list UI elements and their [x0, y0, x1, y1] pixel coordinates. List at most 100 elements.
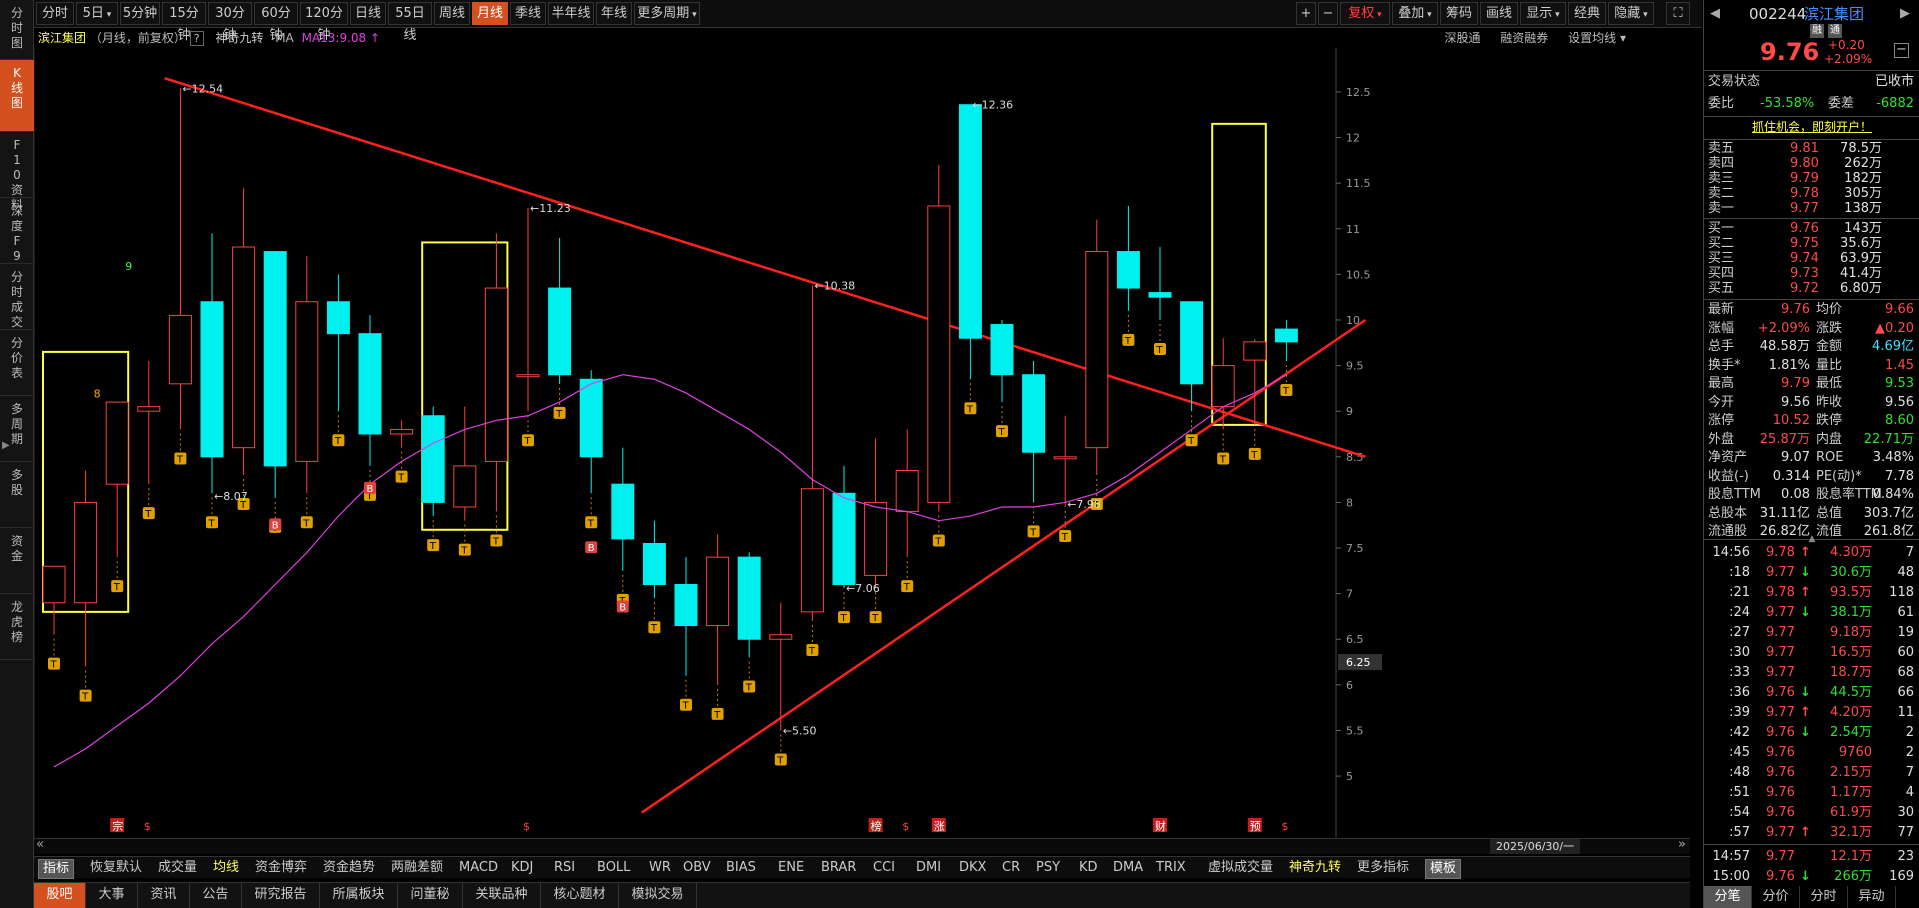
- quote-tab[interactable]: 分价: [1752, 886, 1800, 908]
- left-nav-item[interactable]: 多股: [0, 462, 34, 528]
- bid-price[interactable]: 9.73: [1790, 266, 1819, 281]
- bottom-nav-tab[interactable]: 资讯: [138, 883, 190, 908]
- indicator-tab[interactable]: 两融差额: [391, 859, 443, 877]
- overlay-button[interactable]: 叠加 ▾: [1392, 2, 1438, 25]
- left-nav-item[interactable]: F10资料: [0, 132, 34, 212]
- bottom-nav-tab[interactable]: 核心题材: [541, 883, 619, 908]
- help-button[interactable]: ?: [189, 31, 204, 46]
- period-button[interactable]: 60分钟: [254, 2, 298, 43]
- indicator-tab[interactable]: TRIX: [1156, 859, 1186, 877]
- indicator-tab[interactable]: 成交量: [158, 859, 197, 877]
- left-nav-item[interactable]: 龙虎榜: [0, 594, 34, 660]
- indicator-tab[interactable]: 虚拟成交量: [1208, 859, 1273, 877]
- bottom-nav-tab[interactable]: 所属板块: [320, 883, 398, 908]
- margin-link[interactable]: 融资融券: [1500, 31, 1548, 45]
- collapse-icon[interactable]: −: [1894, 43, 1909, 58]
- scroll-left-button[interactable]: «: [36, 837, 44, 852]
- indicator-tab[interactable]: KDJ: [511, 859, 533, 877]
- expand-button[interactable]: ⛶: [1666, 2, 1690, 25]
- indicator-tab[interactable]: CR: [1002, 859, 1020, 877]
- left-nav-item[interactable]: K线图: [0, 60, 34, 132]
- indicator-tab[interactable]: MACD: [459, 859, 498, 877]
- bottom-nav-tab[interactable]: 关联品种: [463, 883, 541, 908]
- period-button[interactable]: 30分钟: [208, 2, 252, 43]
- period-button[interactable]: 半年线: [548, 2, 594, 25]
- zoom-in-button[interactable]: +: [1296, 2, 1316, 25]
- period-button[interactable]: 日线: [350, 2, 386, 25]
- collapse-left-icon[interactable]: ▶: [2, 440, 10, 451]
- indicator-tab[interactable]: 神奇九转: [1289, 859, 1341, 877]
- period-button[interactable]: 15分钟: [162, 2, 206, 43]
- indicator-tab[interactable]: 恢复默认: [90, 859, 142, 877]
- prev-stock-icon[interactable]: ◀: [1710, 2, 1720, 26]
- period-button[interactable]: 月线: [472, 2, 508, 25]
- quote-tab[interactable]: 异动: [1848, 886, 1896, 908]
- bottom-nav-tab[interactable]: 大事: [86, 883, 138, 908]
- period-button[interactable]: 5分钟: [120, 2, 160, 25]
- kline-chart[interactable]: 55.566.577.588.599.51010.51111.51212.56.…: [34, 48, 1690, 838]
- left-nav-item[interactable]: 分时成交: [0, 264, 34, 330]
- period-button[interactable]: 季线: [510, 2, 546, 25]
- open-account-link[interactable]: 抓住机会，即刻开户！: [1752, 120, 1872, 134]
- shengutong-link[interactable]: 深股通: [1444, 31, 1480, 45]
- period-button[interactable]: 55日线: [388, 2, 432, 43]
- chips-button[interactable]: 筹码: [1440, 2, 1478, 25]
- indicator-tab[interactable]: 指标: [38, 859, 75, 879]
- hide-button[interactable]: 隐藏 ▾: [1608, 2, 1654, 25]
- bottom-nav-tab[interactable]: 研究报告: [242, 883, 320, 908]
- indicator-tab[interactable]: OBV: [683, 859, 711, 877]
- indicator-tab[interactable]: WR: [649, 859, 671, 877]
- ma-settings[interactable]: 设置均线: [1568, 31, 1616, 45]
- indicator-tab[interactable]: 均线: [213, 859, 239, 877]
- bid-price[interactable]: 9.76: [1790, 221, 1819, 236]
- indicator-label[interactable]: 神奇九转: [215, 31, 263, 45]
- quote-tab[interactable]: 分笔: [1704, 886, 1752, 908]
- indicator-tab[interactable]: DMI: [916, 859, 941, 877]
- fuquan-button[interactable]: 复权 ▾: [1340, 2, 1390, 25]
- indicator-tab[interactable]: BOLL: [597, 859, 630, 877]
- next-stock-icon[interactable]: ▶: [1900, 2, 1910, 26]
- zoom-out-button[interactable]: −: [1318, 2, 1338, 25]
- period-button[interactable]: 更多周期 ▾: [634, 2, 700, 25]
- period-button[interactable]: 分时: [36, 2, 74, 25]
- period-button[interactable]: 年线: [596, 2, 632, 25]
- indicator-tab[interactable]: 模板: [1425, 859, 1462, 879]
- scroll-right-button[interactable]: »: [1678, 837, 1686, 852]
- time-scrollbar[interactable]: « 2025/06/30/一 »: [34, 837, 1690, 854]
- ask-price[interactable]: 9.78: [1790, 186, 1819, 201]
- ask-price[interactable]: 9.77: [1790, 201, 1819, 216]
- left-nav-item[interactable]: 资金: [0, 528, 34, 594]
- indicator-tab[interactable]: 资金趋势: [323, 859, 375, 877]
- bid-price[interactable]: 9.74: [1790, 251, 1819, 266]
- indicator-tab[interactable]: 资金博弈: [255, 859, 307, 877]
- display-button[interactable]: 显示 ▾: [1520, 2, 1566, 25]
- left-nav-item[interactable]: 深度F9: [0, 198, 34, 264]
- indicator-tab[interactable]: DMA: [1113, 859, 1143, 877]
- quote-tab[interactable]: 分时: [1800, 886, 1848, 908]
- left-nav-item[interactable]: 多周期: [0, 396, 34, 462]
- indicator-tab[interactable]: CCI: [873, 859, 895, 877]
- bottom-nav-tab[interactable]: 模拟交易: [619, 883, 697, 908]
- classic-button[interactable]: 经典: [1568, 2, 1606, 25]
- indicator-tab[interactable]: DKX: [959, 859, 986, 877]
- left-nav-item[interactable]: 分时图: [0, 0, 34, 60]
- ask-price[interactable]: 9.81: [1790, 141, 1819, 156]
- bottom-nav-tab[interactable]: 公告: [190, 883, 242, 908]
- period-button[interactable]: 5日 ▾: [76, 2, 118, 25]
- indicator-tab[interactable]: 更多指标: [1357, 859, 1409, 877]
- bid-price[interactable]: 9.72: [1790, 281, 1819, 296]
- left-nav-item[interactable]: 分价表: [0, 330, 34, 396]
- indicator-tab[interactable]: KD: [1079, 859, 1098, 877]
- stock-name[interactable]: 滨江集团: [38, 31, 86, 45]
- indicator-tab[interactable]: RSI: [554, 859, 575, 877]
- bid-price[interactable]: 9.75: [1790, 236, 1819, 251]
- expand-handle[interactable]: ▲: [1800, 535, 1824, 544]
- ask-price[interactable]: 9.80: [1790, 156, 1819, 171]
- indicator-tab[interactable]: BIAS: [726, 859, 756, 877]
- indicator-tab[interactable]: ENE: [778, 859, 804, 877]
- period-button[interactable]: 120分钟: [300, 2, 348, 43]
- indicator-tab[interactable]: BRAR: [821, 859, 856, 877]
- ask-price[interactable]: 9.79: [1790, 171, 1819, 186]
- bottom-nav-tab[interactable]: 问董秘: [398, 883, 463, 908]
- draw-button[interactable]: 画线: [1480, 2, 1518, 25]
